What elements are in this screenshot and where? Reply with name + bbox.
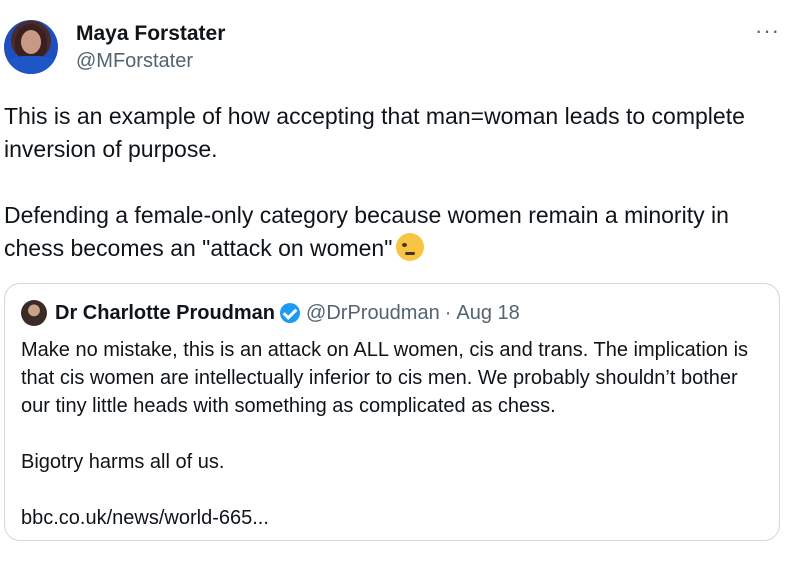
avatar-face: [21, 30, 41, 54]
quoted-author-avatar[interactable]: [21, 300, 47, 326]
quoted-tweet-text: Make no mistake, this is an attack on AL…: [21, 336, 771, 532]
quoted-tweet-header: Dr Charlotte Proudman @DrProudman · Aug …: [21, 300, 520, 326]
more-options-icon[interactable]: ···: [755, 18, 780, 44]
quoted-tweet-date[interactable]: Aug 18: [456, 302, 519, 325]
tweet-paragraph: This is an example of how accepting that…: [4, 103, 745, 162]
tweet-text: This is an example of how accepting that…: [4, 100, 794, 265]
verified-badge-icon: [280, 303, 301, 323]
quoted-paragraph: Make no mistake, this is an attack on AL…: [21, 339, 749, 417]
quoted-author-name[interactable]: Dr Charlotte Proudman: [55, 302, 275, 325]
quoted-paragraph: Bigotry harms all of us.: [21, 451, 225, 473]
separator-dot: ·: [444, 301, 452, 324]
author-name[interactable]: Maya Forstater: [76, 22, 225, 46]
quoted-tweet-card[interactable]: Dr Charlotte Proudman @DrProudman · Aug …: [4, 283, 780, 541]
quoted-link[interactable]: bbc.co.uk/news/world-665...: [21, 504, 771, 532]
tweet-paragraph: Defending a female-only category because…: [4, 199, 794, 265]
author-avatar[interactable]: [4, 20, 58, 74]
author-block: Maya Forstater @MForstater: [76, 22, 225, 74]
rolling-eyes-emoji-icon: [396, 233, 425, 261]
avatar-shirt: [4, 56, 58, 74]
quoted-author-handle[interactable]: @DrProudman: [306, 302, 440, 325]
author-handle[interactable]: @MForstater: [76, 48, 225, 74]
tweet-paragraph-text: Defending a female-only category because…: [4, 202, 729, 261]
